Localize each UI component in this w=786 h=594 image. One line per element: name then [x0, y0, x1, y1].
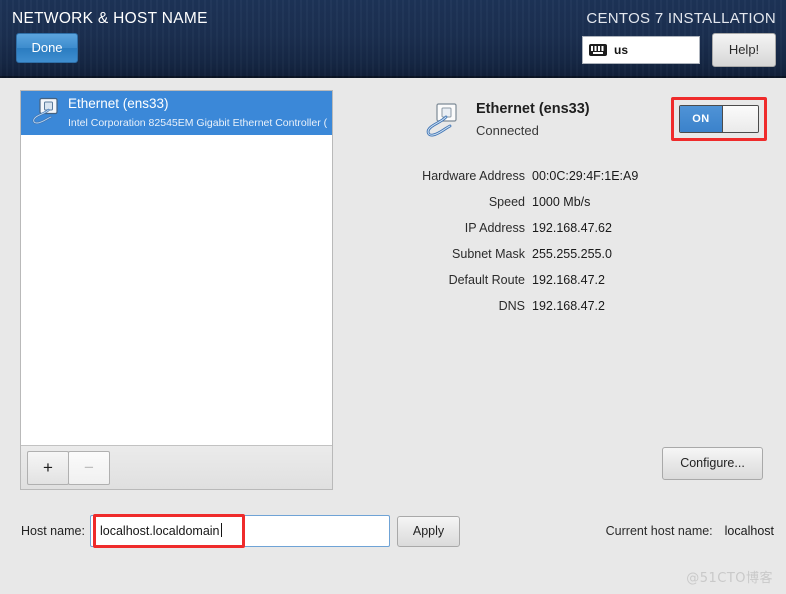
device-description: Intel Corporation 82545EM Gigabit Ethern… [68, 117, 328, 129]
info-value: 255.255.255.0 [532, 247, 612, 261]
installer-window: NETWORK & HOST NAME CENTOS 7 INSTALLATIO… [0, 0, 786, 594]
info-label: Hardware Address [422, 169, 525, 183]
apply-button[interactable]: Apply [397, 516, 460, 547]
list-item[interactable]: Ethernet (ens33) Intel Corporation 82545… [21, 91, 332, 135]
toggle-knob[interactable] [722, 106, 758, 132]
hostname-input-value: localhost.localdomain [100, 523, 222, 538]
connection-status: Connected [476, 123, 539, 138]
info-value: 1000 Mb/s [532, 195, 591, 209]
table-row: Speed 1000 Mb/s [345, 189, 775, 215]
keyboard-layout-indicator[interactable]: us [582, 36, 700, 64]
product-title: CENTOS 7 INSTALLATION [586, 10, 776, 27]
info-label: DNS [498, 299, 525, 313]
network-on-off-toggle[interactable]: ON [679, 105, 759, 133]
device-title: Ethernet (ens33) [476, 101, 590, 117]
toggle-state-label: ON [680, 106, 722, 132]
wired-network-icon [423, 102, 463, 142]
configure-button[interactable]: Configure... [662, 447, 763, 480]
device-list-panel: Ethernet (ens33) Intel Corporation 82545… [20, 90, 333, 490]
table-row: DNS 192.168.47.2 [345, 293, 775, 319]
device-name: Ethernet (ens33) [68, 96, 169, 111]
info-label: Speed [488, 195, 525, 209]
done-button[interactable]: Done [16, 33, 78, 63]
device-details-pane: Ethernet (ens33) Connected ON Hardware A… [345, 95, 775, 495]
info-value: 192.168.47.2 [532, 299, 605, 313]
network-info-table: Hardware Address 00:0C:29:4F:1E:A9 Speed… [345, 163, 775, 319]
info-label: IP Address [464, 221, 525, 235]
table-row: IP Address 192.168.47.62 [345, 215, 775, 241]
table-row: Default Route 192.168.47.2 [345, 267, 775, 293]
wired-network-icon [29, 97, 63, 129]
device-header: Ethernet (ens33) Connected [423, 100, 590, 142]
text-caret [220, 523, 222, 537]
info-value: 192.168.47.2 [532, 273, 605, 287]
table-row: Subnet Mask 255.255.255.0 [345, 241, 775, 267]
keyboard-layout-label: us [614, 43, 629, 57]
device-list-toolbar: + − [21, 445, 332, 489]
keyboard-icon [589, 44, 607, 56]
table-row: Hardware Address 00:0C:29:4F:1E:A9 [345, 163, 775, 189]
hostname-label: Host name: [21, 524, 85, 538]
list-item-text: Ethernet (ens33) Intel Corporation 82545… [68, 95, 332, 131]
info-value: 192.168.47.62 [532, 221, 612, 235]
current-hostname: Current host name: localhost [606, 524, 774, 538]
current-hostname-label: Current host name: [605, 524, 713, 538]
info-label: Subnet Mask [452, 247, 525, 261]
device-header-text: Ethernet (ens33) Connected [476, 100, 590, 140]
info-label: Default Route [448, 273, 525, 287]
page-title: NETWORK & HOST NAME [12, 10, 208, 27]
toggle-highlight-annotation: ON [671, 97, 767, 141]
app-header: NETWORK & HOST NAME CENTOS 7 INSTALLATIO… [0, 0, 786, 78]
hostname-input[interactable]: localhost.localdomain [90, 515, 390, 547]
device-list[interactable]: Ethernet (ens33) Intel Corporation 82545… [21, 91, 332, 446]
remove-device-button: − [68, 450, 110, 485]
current-hostname-value: localhost [724, 524, 774, 538]
add-device-button[interactable]: + [27, 450, 69, 485]
watermark: @51CTO博客 [686, 571, 773, 586]
help-button[interactable]: Help! [712, 33, 776, 67]
info-value: 00:0C:29:4F:1E:A9 [532, 169, 639, 183]
